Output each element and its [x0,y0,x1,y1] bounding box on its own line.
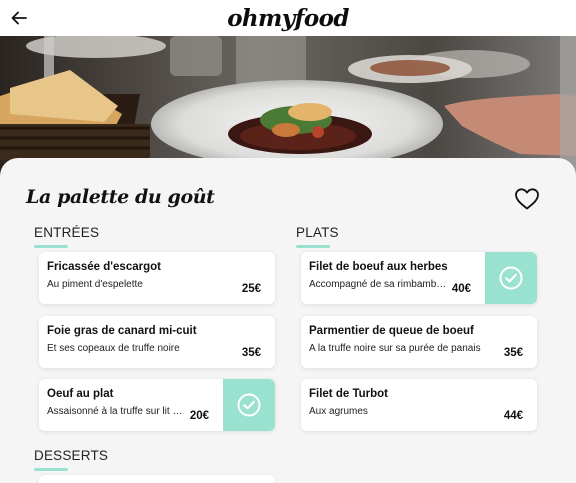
menu-item-card-selected[interactable]: Oeuf au plat Assaisonné à la truffe sur … [39,379,275,431]
selected-indicator [485,252,537,304]
dish-name: Filet de boeuf aux herbes [309,261,448,273]
menu-item-card[interactable]: Fricassée d'escargot Au piment d'espelet… [39,252,275,304]
restaurant-title: La palette du goût [26,186,215,208]
dish-description: Et ses copeaux de truffe noire [47,343,180,354]
dish-name: Foie gras de canard mi-cuit [47,325,197,337]
section-title-desserts: DESSERTS [34,448,109,471]
selected-indicator [223,379,275,431]
top-bar: ohmyfood [0,0,576,36]
section-title-entrees: ENTRÉES [34,225,100,248]
dish-price: 40€ [451,283,471,295]
menu-item-card[interactable]: Parmentier de queue de boeuf A la truffe… [301,316,537,368]
dish-description: A la truffe noire sur sa purée de panais [309,343,481,354]
dish-name: Parmentier de queue de boeuf [309,325,474,337]
menu-item-card-selected[interactable]: Filet de boeuf aux herbes Accompagné de … [301,252,537,304]
dish-price: 35€ [241,347,261,359]
check-circle-icon [499,266,523,290]
dish-description: Au piment d'espelette [47,279,143,290]
dish-name: Fricassée d'escargot [47,261,161,273]
hero-image [0,36,576,176]
restaurant-sheet: La palette du goût ENTRÉES Fricassée d'e… [0,158,576,483]
dish-description: Accompagné de sa rimbambelle de légumes [309,279,447,290]
check-circle-icon [237,393,261,417]
section-title-plats: PLATS [296,225,339,248]
back-button[interactable] [9,8,29,28]
favorite-button[interactable] [514,187,540,211]
dish-description: Assaisonné à la truffe sur lit de pain g… [47,406,185,417]
heart-outline-icon [515,188,539,210]
arrow-left-icon [11,11,27,25]
menu-item-card-partial[interactable] [39,475,275,483]
dish-name: Oeuf au plat [47,388,114,400]
app-logo[interactable]: ohmyfood [227,5,349,32]
dish-price: 35€ [503,347,523,359]
dish-description: Aux agrumes [309,406,368,417]
dish-price: 44€ [503,410,523,422]
dish-name: Filet de Turbot [309,388,389,400]
menu-item-card[interactable]: Filet de Turbot Aux agrumes 44€ [301,379,537,431]
dish-price: 25€ [241,283,261,295]
dish-price: 20€ [189,410,209,422]
menu-item-card[interactable]: Foie gras de canard mi-cuit Et ses copea… [39,316,275,368]
